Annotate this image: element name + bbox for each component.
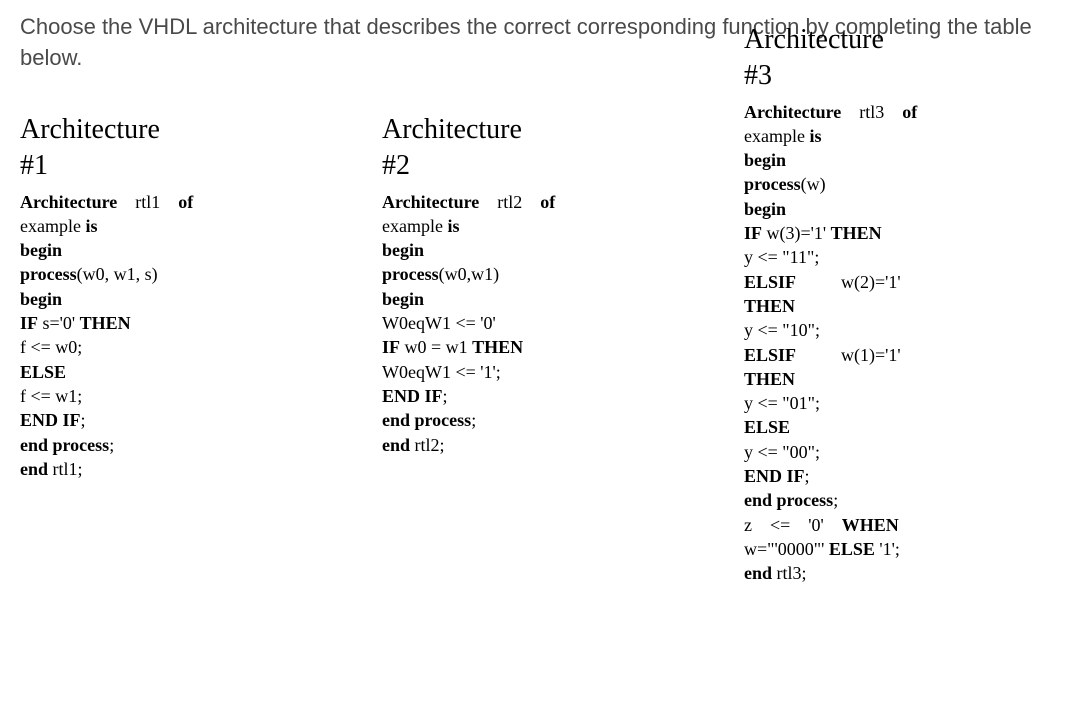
code-token: end process — [744, 490, 833, 510]
code-token: ; — [805, 466, 810, 486]
code-token: end — [20, 459, 48, 479]
code-token: example — [744, 126, 809, 146]
code-token: Architecture — [744, 102, 841, 122]
code-token: rtl2; — [410, 435, 445, 455]
code-token: w(1)='1' — [796, 345, 901, 365]
code-token: W0eqW1 <= '0' — [382, 313, 496, 333]
code-token: process — [744, 174, 801, 194]
code-token: Architecture — [20, 192, 117, 212]
code-token: example — [382, 216, 447, 236]
code-token: ELSIF — [744, 345, 796, 365]
code-token: (w0,w1) — [439, 264, 500, 284]
code-token: begin — [382, 240, 424, 260]
code-token: THEN — [831, 223, 882, 243]
architecture-columns: Architecture #1 Architecture rtl1 of exa… — [20, 114, 1066, 586]
code-token: y <= "10"; — [744, 320, 820, 340]
arch-number-3: #3 — [744, 60, 1066, 92]
architecture-column-3: Architecture #3 Architecture rtl3 of exa… — [744, 24, 1066, 586]
code-token: y <= "01"; — [744, 393, 820, 413]
arch-code-2: Architecture rtl2 of example is begin pr… — [382, 190, 704, 457]
code-token: z <= '0' — [744, 515, 842, 535]
code-token: ; — [471, 410, 476, 430]
code-token: w(3)='1' — [762, 223, 831, 243]
code-token: rtl3; — [772, 563, 807, 583]
code-token: THEN — [80, 313, 131, 333]
code-token: of — [540, 192, 555, 212]
code-token: (w0, w1, s) — [77, 264, 158, 284]
code-token: THEN — [744, 296, 795, 316]
code-token: END IF — [744, 466, 805, 486]
arch-title-1: Architecture — [20, 114, 342, 146]
code-token: process — [382, 264, 439, 284]
code-token: ELSIF — [744, 272, 796, 292]
code-token: IF — [20, 313, 38, 333]
code-token: y <= "00"; — [744, 442, 820, 462]
code-token: rtl2 — [479, 192, 540, 212]
code-token: IF — [382, 337, 400, 357]
code-token: end process — [382, 410, 471, 430]
code-token: Architecture — [382, 192, 479, 212]
code-token: END IF — [20, 410, 81, 430]
code-token: is — [809, 126, 821, 146]
code-token: END IF — [382, 386, 443, 406]
code-token: w(2)='1' — [796, 272, 901, 292]
code-token: begin — [20, 289, 62, 309]
code-token: begin — [382, 289, 424, 309]
code-token: end process — [20, 435, 109, 455]
code-token: end — [744, 563, 772, 583]
code-token: ; — [833, 490, 838, 510]
code-token: ELSE — [829, 539, 875, 559]
arch-code-3: Architecture rtl3 of example is begin pr… — [744, 100, 1066, 586]
code-token: ELSE — [20, 362, 66, 382]
code-token: of — [178, 192, 193, 212]
code-token: is — [85, 216, 97, 236]
code-token: rtl1 — [117, 192, 178, 212]
code-token: WHEN — [842, 515, 899, 535]
code-token: ; — [443, 386, 448, 406]
code-token: W0eqW1 <= '1'; — [382, 362, 501, 382]
code-token: ; — [109, 435, 114, 455]
arch-title-2: Architecture — [382, 114, 704, 146]
code-token: THEN — [472, 337, 523, 357]
code-token: of — [902, 102, 917, 122]
arch-number-1: #1 — [20, 150, 342, 182]
code-token: example — [20, 216, 85, 236]
code-token: y <= "11"; — [744, 247, 819, 267]
arch-title-3: Architecture — [744, 24, 1066, 56]
architecture-column-1: Architecture #1 Architecture rtl1 of exa… — [20, 114, 342, 482]
architecture-column-2: Architecture #2 Architecture rtl2 of exa… — [382, 114, 704, 457]
arch-code-1: Architecture rtl1 of example is begin pr… — [20, 190, 342, 482]
code-token: is — [447, 216, 459, 236]
code-token: (w) — [801, 174, 826, 194]
arch-number-2: #2 — [382, 150, 704, 182]
code-token: end — [382, 435, 410, 455]
code-token: s='0' — [38, 313, 80, 333]
code-token: THEN — [744, 369, 795, 389]
code-token: begin — [744, 150, 786, 170]
code-token: '1'; — [875, 539, 900, 559]
code-token: rtl1; — [48, 459, 83, 479]
code-token: ELSE — [744, 417, 790, 437]
code-token: IF — [744, 223, 762, 243]
code-token: w0 = w1 — [400, 337, 472, 357]
code-token: ; — [81, 410, 86, 430]
code-token: rtl3 — [841, 102, 902, 122]
code-token: f <= w0; — [20, 337, 82, 357]
code-token: begin — [20, 240, 62, 260]
code-token: begin — [744, 199, 786, 219]
code-token: w="'0000"' — [744, 539, 829, 559]
code-token: f <= w1; — [20, 386, 82, 406]
code-token: process — [20, 264, 77, 284]
